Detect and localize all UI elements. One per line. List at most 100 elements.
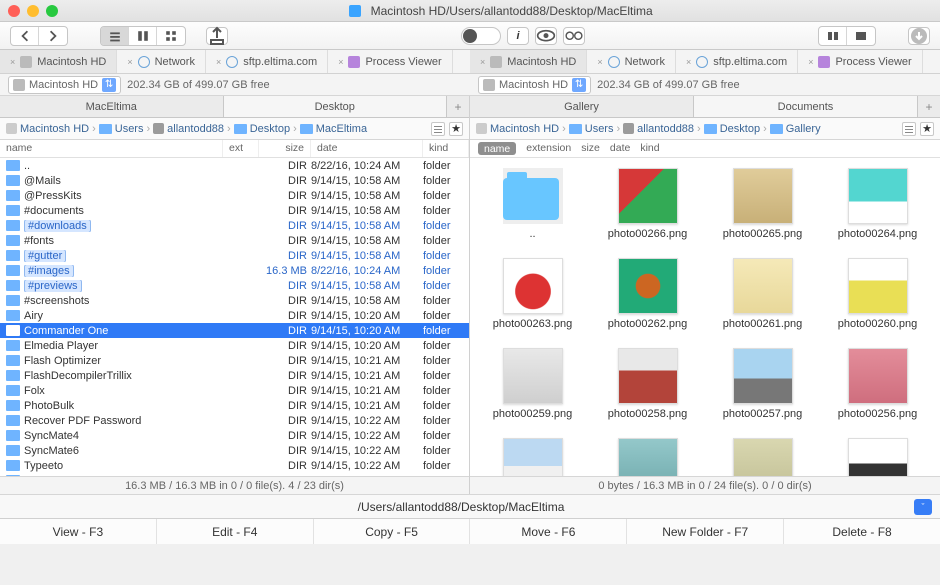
file-row[interactable]: TypeetoDIR9/14/15, 10:22 AMfolder	[0, 458, 469, 473]
file-row[interactable]: #images16.3 MB8/22/16, 10:24 AMfolder	[0, 263, 469, 278]
connection-tab[interactable]: ×sftp.eltima.com	[206, 50, 328, 73]
preview-button[interactable]	[535, 27, 557, 45]
grid-item[interactable]: photo00259.png	[478, 348, 587, 420]
file-row[interactable]: #downloadsDIR9/14/15, 10:58 AMfolder	[0, 218, 469, 233]
file-row[interactable]: SyncMate6DIR9/14/15, 10:22 AMfolder	[0, 443, 469, 458]
close-icon[interactable]: ×	[597, 57, 602, 67]
file-row[interactable]: #gutterDIR9/14/15, 10:58 AMfolder	[0, 248, 469, 263]
grid-item[interactable]: photo00261.png	[708, 258, 817, 330]
dual-pane-button[interactable]	[819, 27, 847, 45]
breadcrumb-item[interactable]: Users	[99, 123, 144, 135]
grid-item[interactable]: photo00256.png	[823, 348, 932, 420]
tab-documents[interactable]: Documents	[694, 96, 918, 117]
downloads-button[interactable]	[908, 27, 930, 45]
function-key-button[interactable]: Copy - F5	[314, 519, 471, 544]
grid-item[interactable]: ..	[478, 168, 587, 240]
grid-item[interactable]	[708, 438, 817, 476]
toggle-switch[interactable]	[461, 27, 501, 45]
close-icon[interactable]: ×	[338, 57, 343, 67]
breadcrumb-item[interactable]: Macintosh HD	[476, 123, 559, 135]
file-row[interactable]: Elmedia PlayerDIR9/14/15, 10:20 AMfolder	[0, 338, 469, 353]
grid-item[interactable]: photo00265.png	[708, 168, 817, 240]
forward-button[interactable]	[39, 27, 67, 45]
connection-tab[interactable]: ×Process Viewer	[798, 50, 922, 73]
grid-item[interactable]: photo00257.png	[708, 348, 817, 420]
close-icon[interactable]: ×	[216, 57, 221, 67]
favorite-icon[interactable]: ★	[449, 122, 463, 136]
left-columns-header[interactable]: name ext size date kind	[0, 140, 469, 158]
function-key-button[interactable]: Edit - F4	[157, 519, 314, 544]
grid-item[interactable]: photo00266.png	[593, 168, 702, 240]
connection-tab[interactable]: ×Network	[587, 50, 676, 73]
right-icon-grid[interactable]: ..photo00266.pngphoto00265.pngphoto00264…	[470, 158, 940, 476]
file-row[interactable]: #fontsDIR9/14/15, 10:58 AMfolder	[0, 233, 469, 248]
close-icon[interactable]: ×	[808, 57, 813, 67]
minimize-button[interactable]	[27, 5, 39, 17]
breadcrumb-item[interactable]: Desktop	[704, 123, 760, 135]
file-row[interactable]: AiryDIR9/14/15, 10:20 AMfolder	[0, 308, 469, 323]
function-key-button[interactable]: Delete - F8	[784, 519, 940, 544]
path-dropdown-button[interactable]: ˇ	[914, 499, 932, 515]
breadcrumb-item[interactable]: MacEltima	[300, 123, 367, 135]
favorite-icon[interactable]: ★	[920, 122, 934, 136]
breadcrumb-item[interactable]: Macintosh HD	[6, 123, 89, 135]
right-columns-header[interactable]: name extension size date kind	[470, 140, 940, 158]
volume-selector[interactable]: Macintosh HD ⇅	[8, 76, 121, 94]
file-row[interactable]: Commander OneDIR9/14/15, 10:20 AMfolder	[0, 323, 469, 338]
grid-item[interactable]: photo00258.png	[593, 348, 702, 420]
tab-maceltima[interactable]: MacEltima	[0, 96, 224, 117]
list-mode-icon[interactable]	[431, 122, 445, 136]
breadcrumb-item[interactable]: Gallery	[770, 123, 821, 135]
view-columns-button[interactable]	[129, 27, 157, 45]
back-button[interactable]	[11, 27, 39, 45]
share-button[interactable]	[206, 27, 228, 45]
file-row[interactable]: #screenshotsDIR9/14/15, 10:58 AMfolder	[0, 293, 469, 308]
breadcrumb-item[interactable]: allantodd88	[623, 123, 694, 135]
binoculars-button[interactable]	[563, 27, 585, 45]
file-row[interactable]: Flash OptimizerDIR9/14/15, 10:21 AMfolde…	[0, 353, 469, 368]
breadcrumb-item[interactable]: Desktop	[234, 123, 290, 135]
function-key-button[interactable]: Move - F6	[470, 519, 627, 544]
close-icon[interactable]: ×	[686, 57, 691, 67]
connection-tab[interactable]: ×Macintosh HD	[0, 50, 117, 73]
path-input[interactable]: /Users/allantodd88/Desktop/MacEltima	[8, 500, 914, 514]
file-row[interactable]: ..DIR8/22/16, 10:24 AMfolder	[0, 158, 469, 173]
add-tab-button[interactable]: +	[447, 96, 469, 117]
file-row[interactable]: @MailsDIR9/14/15, 10:58 AMfolder	[0, 173, 469, 188]
grid-item[interactable]	[593, 438, 702, 476]
file-row[interactable]: @PressKitsDIR9/14/15, 10:58 AMfolder	[0, 188, 469, 203]
maximize-button[interactable]	[46, 5, 58, 17]
grid-item[interactable]: photo00260.png	[823, 258, 932, 330]
function-key-button[interactable]: View - F3	[0, 519, 157, 544]
file-row[interactable]: FolxDIR9/14/15, 10:21 AMfolder	[0, 383, 469, 398]
connection-tab[interactable]: ×sftp.eltima.com	[676, 50, 798, 73]
close-icon[interactable]: ×	[10, 57, 15, 67]
close-icon[interactable]: ×	[127, 57, 132, 67]
grid-item[interactable]	[823, 438, 932, 476]
close-icon[interactable]: ×	[480, 57, 485, 67]
grid-item[interactable]	[478, 438, 587, 476]
single-pane-button[interactable]	[847, 27, 875, 45]
connection-tab[interactable]: ×Process Viewer	[328, 50, 452, 73]
volume-selector[interactable]: Macintosh HD ⇅	[478, 76, 591, 94]
grid-item[interactable]: photo00264.png	[823, 168, 932, 240]
left-file-list[interactable]: ..DIR8/22/16, 10:24 AMfolder@MailsDIR9/1…	[0, 158, 469, 476]
grid-item[interactable]: photo00262.png	[593, 258, 702, 330]
file-row[interactable]: SyncMate4DIR9/14/15, 10:22 AMfolder	[0, 428, 469, 443]
view-icons-button[interactable]	[157, 27, 185, 45]
tab-gallery[interactable]: Gallery	[470, 96, 694, 117]
file-row[interactable]: Recover PDF PasswordDIR9/14/15, 10:22 AM…	[0, 413, 469, 428]
add-tab-button[interactable]: +	[918, 96, 940, 117]
file-row[interactable]: PhotoBulkDIR9/14/15, 10:21 AMfolder	[0, 398, 469, 413]
view-list-button[interactable]	[101, 27, 129, 45]
file-row[interactable]: FlashDecompilerTrillixDIR9/14/15, 10:21 …	[0, 368, 469, 383]
file-row[interactable]: #previewsDIR9/14/15, 10:58 AMfolder	[0, 278, 469, 293]
connection-tab[interactable]: ×Macintosh HD	[470, 50, 587, 73]
function-key-button[interactable]: New Folder - F7	[627, 519, 784, 544]
close-button[interactable]	[8, 5, 20, 17]
connection-tab[interactable]: ×Network	[117, 50, 206, 73]
grid-item[interactable]: photo00263.png	[478, 258, 587, 330]
list-mode-icon[interactable]	[902, 122, 916, 136]
file-row[interactable]: #documentsDIR9/14/15, 10:58 AMfolder	[0, 203, 469, 218]
tab-desktop[interactable]: Desktop	[224, 96, 448, 117]
